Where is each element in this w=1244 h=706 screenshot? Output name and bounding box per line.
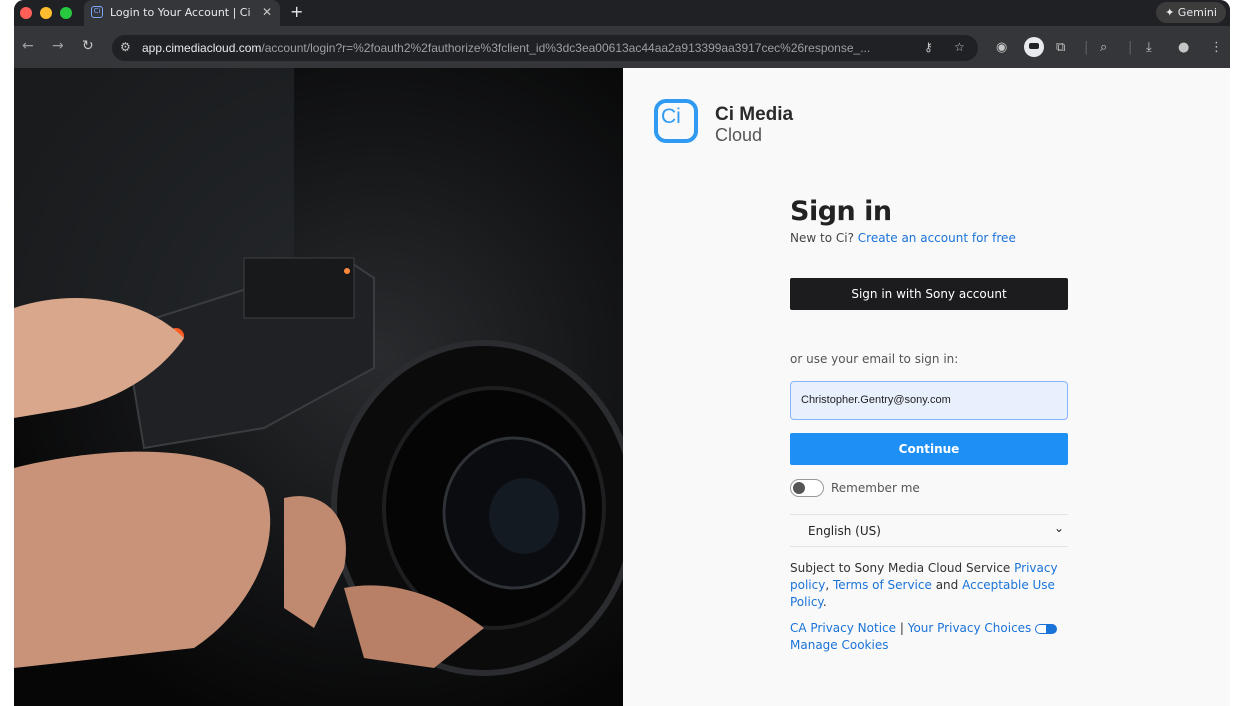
brand-name-line1: Ci Media xyxy=(715,104,794,125)
site-settings-icon[interactable]: ⚙ xyxy=(120,40,131,54)
url-text[interactable]: app.cimediacloud.com/account/login?r=%2f… xyxy=(142,41,922,55)
bookmark-star-icon[interactable]: ☆ xyxy=(954,40,965,54)
page-title: Sign in xyxy=(790,196,892,227)
extensions-puzzle-icon[interactable]: ⧉ xyxy=(1056,40,1065,55)
continue-button[interactable]: Continue xyxy=(790,433,1068,465)
address-bar[interactable]: ⚙ app.cimediacloud.com/account/login?r=%… xyxy=(112,35,978,61)
reload-icon[interactable]: ↻ xyxy=(82,38,94,54)
manage-cookies-link[interactable]: Manage Cookies xyxy=(790,638,888,652)
legal-text: Subject to Sony Media Cloud Service Priv… xyxy=(790,560,1068,611)
language-select[interactable]: English (US) ⌄ xyxy=(790,514,1068,547)
page-content: Ci Ci Media Cloud Sign in New to Ci? Cre… xyxy=(14,68,1230,706)
download-icon[interactable]: ⤓ xyxy=(1146,40,1152,55)
new-tab-button[interactable]: + xyxy=(290,2,303,21)
tab-strip: Ci Login to Your Account | Ci Me ✕ + ✦ G… xyxy=(14,0,1230,26)
url-path: /account/login?r=%2foauth2%2fauthorize%3… xyxy=(261,41,871,55)
login-panel: Ci Ci Media Cloud Sign in New to Ci? Cre… xyxy=(623,68,1230,706)
remember-me-toggle[interactable] xyxy=(790,479,824,497)
extension-circle-icon[interactable]: ◉ xyxy=(996,40,1007,55)
ca-privacy-notice-link[interactable]: CA Privacy Notice xyxy=(790,621,896,635)
email-field[interactable]: Christopher.Gentry@sony.com xyxy=(790,381,1068,420)
sony-signin-button[interactable]: Sign in with Sony account xyxy=(790,278,1068,310)
browser-window: Ci Login to Your Account | Ci Me ✕ + ✦ G… xyxy=(14,0,1230,706)
legal-and: and xyxy=(935,578,959,592)
tab-title: Login to Your Account | Ci Me xyxy=(110,6,254,19)
email-signin-label: or use your email to sign in: xyxy=(790,352,959,366)
close-window-button[interactable] xyxy=(20,7,32,19)
privacy-choices-icon xyxy=(1035,623,1058,634)
camera-illustration xyxy=(14,68,623,676)
signin-form: Sign in New to Ci? Create an account for… xyxy=(790,196,1068,652)
legal-comma: , xyxy=(825,578,830,592)
gemini-button[interactable]: ✦ Gemini xyxy=(1156,2,1226,23)
maximize-window-button[interactable] xyxy=(60,7,72,19)
create-account-link[interactable]: Create an account for free xyxy=(858,231,1016,245)
brand-name-line2: Cloud xyxy=(715,125,763,145)
language-value: English (US) xyxy=(808,524,881,538)
divider-icon: | xyxy=(1084,40,1089,55)
menu-dots-icon[interactable]: ⋮ xyxy=(1210,40,1223,55)
legal-period: . xyxy=(822,595,827,609)
account-chip-icon[interactable]: ● xyxy=(1178,40,1189,55)
signup-prompt: New to Ci? Create an account for free xyxy=(790,231,1068,245)
browser-toolbar: ← → ↻ ⚙ app.cimediacloud.com/account/log… xyxy=(14,26,1230,68)
divider-icon: | xyxy=(1128,40,1133,55)
minimize-window-button[interactable] xyxy=(40,7,52,19)
terms-of-service-link[interactable]: Terms of Service xyxy=(833,578,932,592)
signup-prefix: New to Ci? xyxy=(790,231,854,245)
chevron-down-icon: ⌄ xyxy=(1053,521,1064,535)
forward-icon[interactable]: → xyxy=(52,38,64,54)
link-separator: | xyxy=(899,621,904,635)
legal-prefix: Subject to Sony Media Cloud Service xyxy=(790,561,1011,575)
url-host: app.cimediacloud.com xyxy=(142,41,262,55)
browser-tab[interactable]: Ci Login to Your Account | Ci Me ✕ xyxy=(84,0,280,26)
tab-close-icon[interactable]: ✕ xyxy=(262,5,272,19)
remember-me-label: Remember me xyxy=(831,481,920,495)
password-key-icon[interactable]: ⚷ xyxy=(924,40,933,54)
lens-search-icon[interactable]: ⌕ xyxy=(1100,40,1107,55)
back-icon[interactable]: ← xyxy=(22,38,34,54)
hero-camera-photo xyxy=(14,68,623,706)
privacy-links: CA Privacy Notice | Your Privacy Choices… xyxy=(790,620,1068,654)
profile-avatar[interactable] xyxy=(1024,37,1044,57)
favicon-icon: Ci xyxy=(91,6,103,18)
ci-logo-mark: Ci xyxy=(661,105,681,128)
privacy-choices-link[interactable]: Your Privacy Choices xyxy=(908,621,1032,635)
